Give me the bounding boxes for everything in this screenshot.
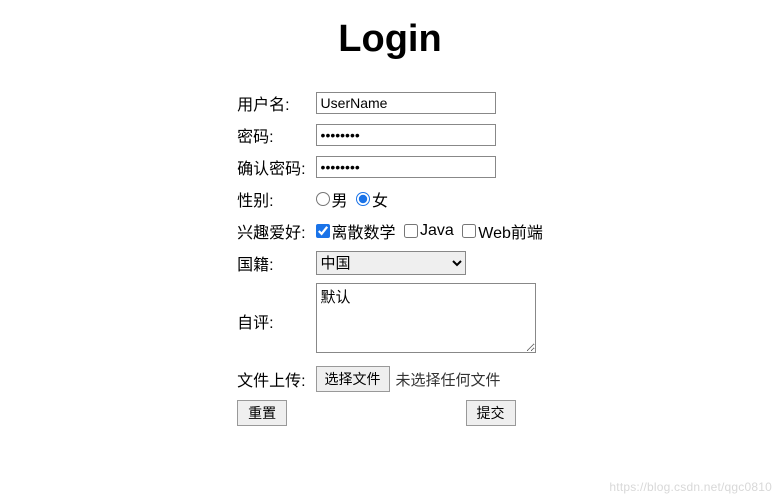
confirm-password-label: 确认密码: [233, 153, 311, 181]
confirm-password-input[interactable] [316, 156, 496, 178]
gender-label: 性别: [233, 185, 311, 213]
file-choose-button[interactable]: 选择文件 [316, 366, 390, 392]
gender-male-radio[interactable] [316, 192, 330, 206]
file-status-text: 未选择任何文件 [396, 369, 501, 390]
hobby-label: 兴趣爱好: [233, 217, 311, 245]
gender-male-text: 男 [332, 193, 348, 210]
hobby-discrete-checkbox[interactable] [316, 224, 330, 238]
password-input[interactable] [316, 124, 496, 146]
hobby-java-checkbox[interactable] [404, 224, 418, 238]
hobby-web-checkbox[interactable] [462, 224, 476, 238]
hobby-discrete-text: 离散数学 [332, 225, 396, 242]
submit-button[interactable]: 提交 [466, 400, 516, 426]
nation-select[interactable]: 中国 [316, 251, 466, 275]
hobby-java-text: Java [420, 222, 454, 239]
login-form: 用户名: 密码: 确认密码: 性别: 男 女 兴趣爱好: [233, 85, 547, 432]
selfeval-textarea[interactable] [316, 283, 536, 353]
watermark-text: https://blog.csdn.net/qgc0810 [609, 480, 772, 494]
selfeval-label: 自评: [233, 281, 311, 360]
gender-female-radio[interactable] [356, 192, 370, 206]
page-title: Login [0, 18, 780, 61]
gender-female-text: 女 [372, 193, 388, 210]
username-input[interactable] [316, 92, 496, 114]
password-label: 密码: [233, 121, 311, 149]
upload-label: 文件上传: [233, 364, 311, 394]
username-label: 用户名: [233, 89, 311, 117]
hobby-web-text: Web前端 [478, 225, 543, 242]
reset-button[interactable]: 重置 [237, 400, 287, 426]
nation-label: 国籍: [233, 249, 311, 277]
